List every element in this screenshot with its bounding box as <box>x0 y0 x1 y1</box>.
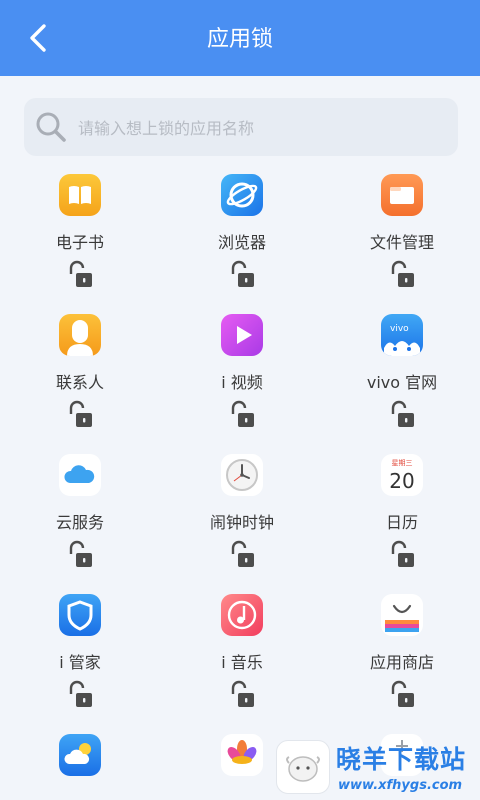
search-input[interactable]: 请输入想上锁的应用名称 <box>24 98 458 156</box>
app-item-calendar[interactable]: 星期三 20 日历 <box>322 454 480 594</box>
unlocked-padlock-icon[interactable] <box>226 398 258 430</box>
unlocked-padlock-icon[interactable] <box>64 258 96 290</box>
app-item-video[interactable]: i 视频 <box>162 314 322 454</box>
calendar-day: 20 <box>389 469 414 493</box>
folder-icon <box>381 174 423 216</box>
app-label: 文件管理 <box>369 233 434 252</box>
cloud-icon <box>59 454 101 496</box>
contacts-icon <box>59 314 101 356</box>
unlocked-padlock-icon[interactable] <box>64 538 96 570</box>
calendar-icon: 星期三 20 <box>381 454 423 496</box>
svg-text:vivo: vivo <box>390 324 409 334</box>
app-item-i-music[interactable]: i 音乐 <box>162 594 322 734</box>
unlocked-padlock-icon[interactable] <box>64 678 96 710</box>
unlocked-padlock-icon[interactable] <box>386 678 418 710</box>
watermark: 晓羊下载站 www.xfhygs.com <box>276 740 480 800</box>
app-item-browser[interactable]: 浏览器 <box>162 174 322 314</box>
app-label: vivo 官网 <box>366 373 438 392</box>
unlocked-padlock-icon[interactable] <box>386 258 418 290</box>
vivo-store-icon: vivo <box>381 314 423 356</box>
calendar-weekday: 星期三 <box>392 459 413 467</box>
page-title: 应用锁 <box>206 27 273 52</box>
shield-icon <box>59 594 101 636</box>
app-item-contacts[interactable]: 联系人 <box>0 314 160 454</box>
unlocked-padlock-icon[interactable] <box>226 678 258 710</box>
app-item-cloud[interactable]: 云服务 <box>0 454 160 594</box>
watermark-name: 晓羊下载站 <box>336 745 467 774</box>
video-icon <box>221 314 263 356</box>
app-label: i 音乐 <box>221 653 263 672</box>
unlocked-padlock-icon[interactable] <box>226 258 258 290</box>
search-placeholder: 请输入想上锁的应用名称 <box>78 119 255 138</box>
app-label: i 视频 <box>221 373 263 392</box>
clock-icon <box>221 454 263 496</box>
app-item-ebook[interactable]: 电子书 <box>0 174 160 314</box>
app-label: i 管家 <box>59 653 101 672</box>
app-label: 闹钟时钟 <box>209 513 274 532</box>
app-label: 应用商店 <box>369 653 434 672</box>
weather-icon <box>59 734 101 776</box>
music-icon <box>221 594 263 636</box>
browser-icon <box>221 174 263 216</box>
app-item-i-manager[interactable]: i 管家 <box>0 594 160 734</box>
unlocked-padlock-icon[interactable] <box>226 538 258 570</box>
app-item-clock[interactable]: 闹钟时钟 <box>162 454 322 594</box>
app-item-app-store[interactable]: 应用商店 <box>322 594 480 734</box>
unlocked-padlock-icon[interactable] <box>386 398 418 430</box>
sheep-logo-icon <box>276 740 330 794</box>
app-label: 浏览器 <box>217 233 266 252</box>
app-item-weather[interactable] <box>0 734 160 800</box>
app-item-vivo-store[interactable]: vivo vivo 官网 <box>322 314 480 454</box>
search-icon <box>36 112 66 142</box>
top-bar: 应用锁 <box>0 0 480 76</box>
app-store-icon <box>381 594 423 636</box>
book-icon <box>59 174 101 216</box>
app-label: 电子书 <box>55 233 104 252</box>
unlocked-padlock-icon[interactable] <box>64 398 96 430</box>
app-label: 联系人 <box>55 373 104 392</box>
watermark-url: www.xfhygs.com <box>338 778 463 793</box>
flower-icon <box>221 734 263 776</box>
app-item-file-manager[interactable]: 文件管理 <box>322 174 480 314</box>
unlocked-padlock-icon[interactable] <box>386 538 418 570</box>
app-label: 云服务 <box>55 513 104 532</box>
app-label: 日历 <box>385 513 418 532</box>
